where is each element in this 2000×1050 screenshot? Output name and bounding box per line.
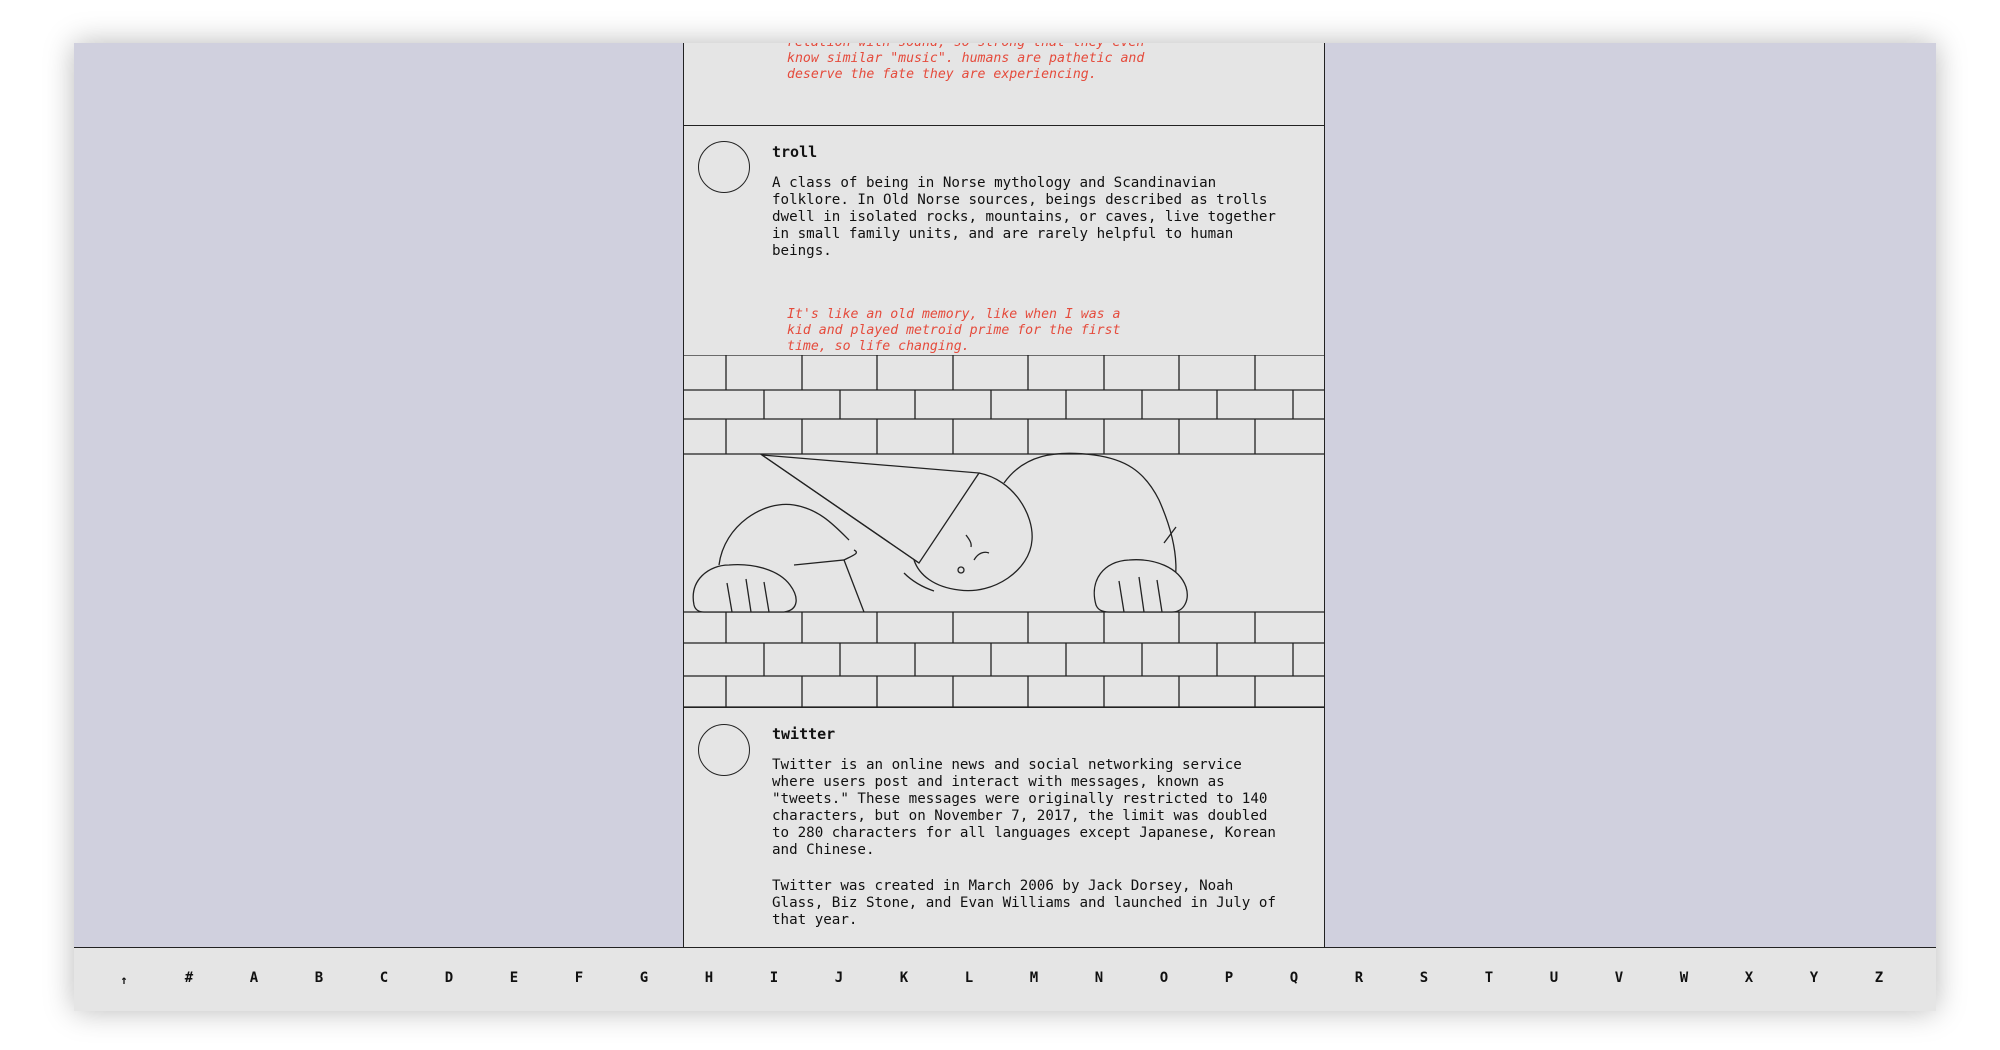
glossary-column[interactable]: relation with sound, so strong that they… (683, 43, 1325, 947)
alpha-link-e[interactable]: E (499, 970, 529, 986)
alpha-link-x[interactable]: X (1734, 970, 1764, 986)
troll-figure (692, 452, 1188, 613)
alpha-link-g[interactable]: G (629, 970, 659, 986)
alpha-link-v[interactable]: V (1604, 970, 1634, 986)
alpha-link-b[interactable]: B (304, 970, 334, 986)
alpha-link-f[interactable]: F (564, 970, 594, 986)
avatar (698, 724, 750, 776)
alpha-link-k[interactable]: K (889, 970, 919, 986)
alpha-link-t[interactable]: T (1474, 970, 1504, 986)
troll-illustration (684, 355, 1324, 707)
avatar (698, 141, 750, 193)
alpha-link-o[interactable]: O (1149, 970, 1179, 986)
glossary-entry-twitter: twitter Twitter is an online news and so… (684, 707, 1324, 947)
alpha-link-c[interactable]: C (369, 970, 399, 986)
alpha-link-u[interactable]: U (1539, 970, 1569, 986)
brick-wall-bottom (684, 611, 1324, 707)
alpha-link-s[interactable]: S (1409, 970, 1439, 986)
alpha-link-d[interactable]: D (434, 970, 464, 986)
alpha-link-m[interactable]: M (1019, 970, 1049, 986)
alpha-link-r[interactable]: R (1344, 970, 1374, 986)
scroll-top-link[interactable]: ↑ (109, 973, 139, 987)
entry-comment: relation with sound, so strong that they… (787, 43, 1145, 82)
entry-definition: Twitter is an online news and social net… (772, 757, 1276, 858)
entry-comment: It's like an old memory, like when I was… (787, 307, 1121, 354)
glossary-entry-previous: relation with sound, so strong that they… (684, 43, 1324, 126)
alpha-link-h[interactable]: H (694, 970, 724, 986)
alpha-link-y[interactable]: Y (1799, 970, 1829, 986)
page-frame: relation with sound, so strong that they… (74, 43, 1936, 1011)
alphabet-nav: ↑ # A B C D E F G H I J K L M N O P Q R … (74, 947, 1936, 1011)
alpha-link-z[interactable]: Z (1864, 970, 1894, 986)
entry-term: twitter (772, 725, 836, 743)
alpha-link-i[interactable]: I (759, 970, 789, 986)
alpha-link-a[interactable]: A (239, 970, 269, 986)
alpha-link-p[interactable]: P (1214, 970, 1244, 986)
entry-term: troll (772, 143, 818, 161)
alpha-link-hash[interactable]: # (174, 970, 204, 986)
alpha-link-l[interactable]: L (954, 970, 984, 986)
alpha-link-w[interactable]: W (1669, 970, 1699, 986)
entry-definition: A class of being in Norse mythology and … (772, 175, 1276, 259)
entry-definition-extra: Twitter was created in March 2006 by Jac… (772, 878, 1276, 928)
alpha-link-n[interactable]: N (1084, 970, 1114, 986)
alpha-link-q[interactable]: Q (1279, 970, 1309, 986)
brick-wall-top (684, 355, 1324, 455)
glossary-entry-troll: troll A class of being in Norse mytholog… (684, 126, 1324, 355)
alpha-link-j[interactable]: J (824, 970, 854, 986)
